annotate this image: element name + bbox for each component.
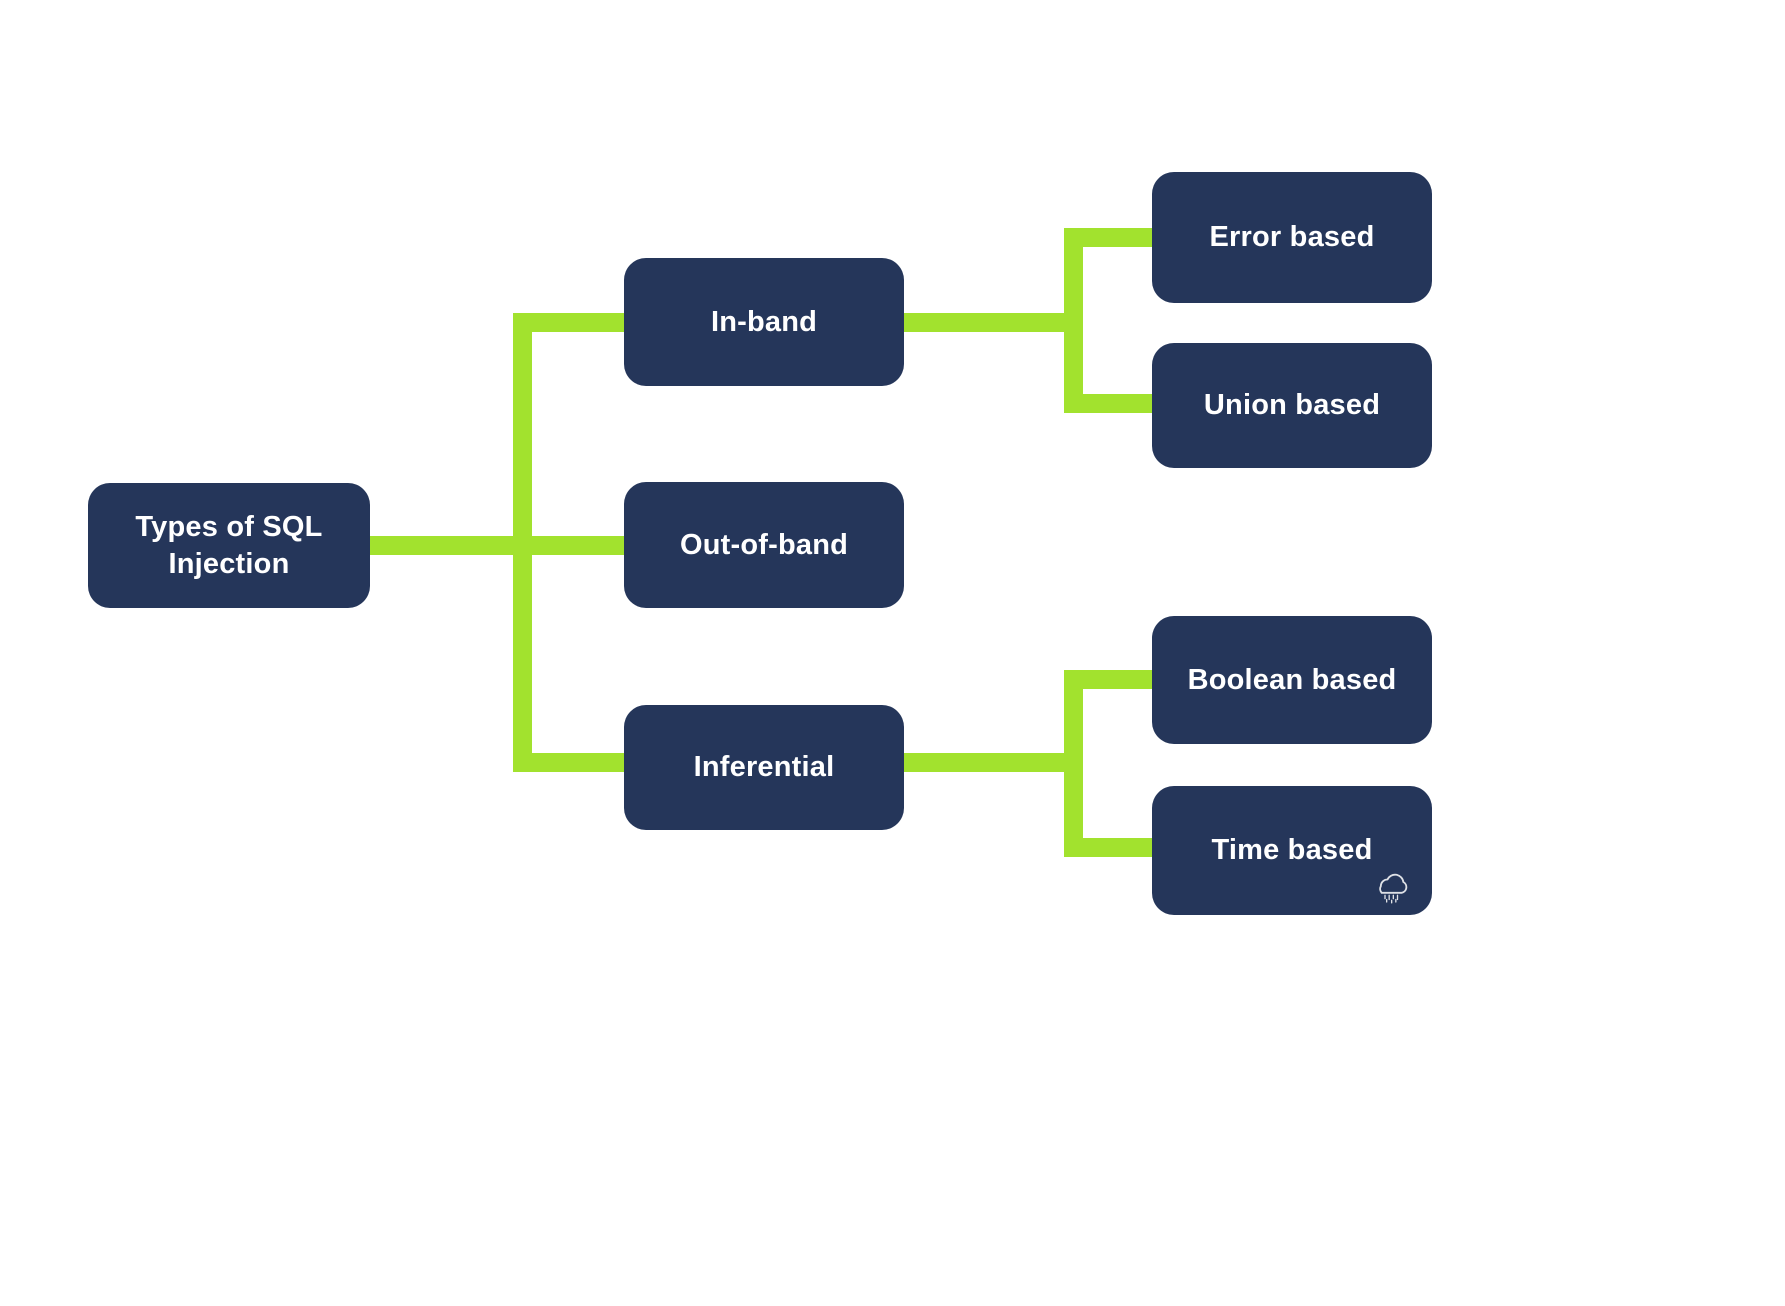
connector-lines <box>368 228 1160 857</box>
node-error-based[interactable]: Error based <box>1152 172 1432 303</box>
node-label: Out-of-band <box>679 528 849 561</box>
connector-to-inferential <box>513 753 625 772</box>
connector-to-in-band <box>513 313 625 332</box>
connector-main-trunk <box>513 313 532 772</box>
node-label: In-band <box>710 305 818 338</box>
connector-to-time-based <box>1064 838 1160 857</box>
node-label: Types of SQL Injection <box>135 511 323 580</box>
node-inferential[interactable]: Inferential <box>624 705 904 830</box>
connector-to-boolean-based <box>1064 670 1160 689</box>
node-label: Inferential <box>693 751 835 784</box>
connector-inferential-subtrunk <box>1064 670 1083 857</box>
connector-in-band-stem <box>903 313 1073 332</box>
connector-inferential-stem <box>903 753 1073 772</box>
node-time-based[interactable]: Time based <box>1152 786 1432 915</box>
node-label: Time based <box>1211 834 1373 867</box>
connector-to-out-of-band <box>513 536 625 555</box>
connector-root-stem <box>368 536 600 555</box>
cloud-icon <box>1379 873 1408 904</box>
node-in-band[interactable]: In-band <box>624 258 904 386</box>
node-boolean-based[interactable]: Boolean based <box>1152 616 1432 744</box>
node-out-of-band[interactable]: Out-of-band <box>624 482 904 608</box>
node-label: Error based <box>1209 221 1375 254</box>
node-union-based[interactable]: Union based <box>1152 343 1432 468</box>
connector-to-union-based <box>1064 394 1160 413</box>
node-types-of-sql-injection[interactable]: Types of SQL Injection <box>88 483 370 608</box>
node-label: Union based <box>1203 389 1381 422</box>
connector-in-band-subtrunk <box>1064 228 1083 413</box>
node-label: Boolean based <box>1187 663 1397 696</box>
connector-to-error-based <box>1064 228 1160 247</box>
diagram-canvas: Types of SQL Injection In-band Out-of-ba… <box>0 0 1785 1306</box>
